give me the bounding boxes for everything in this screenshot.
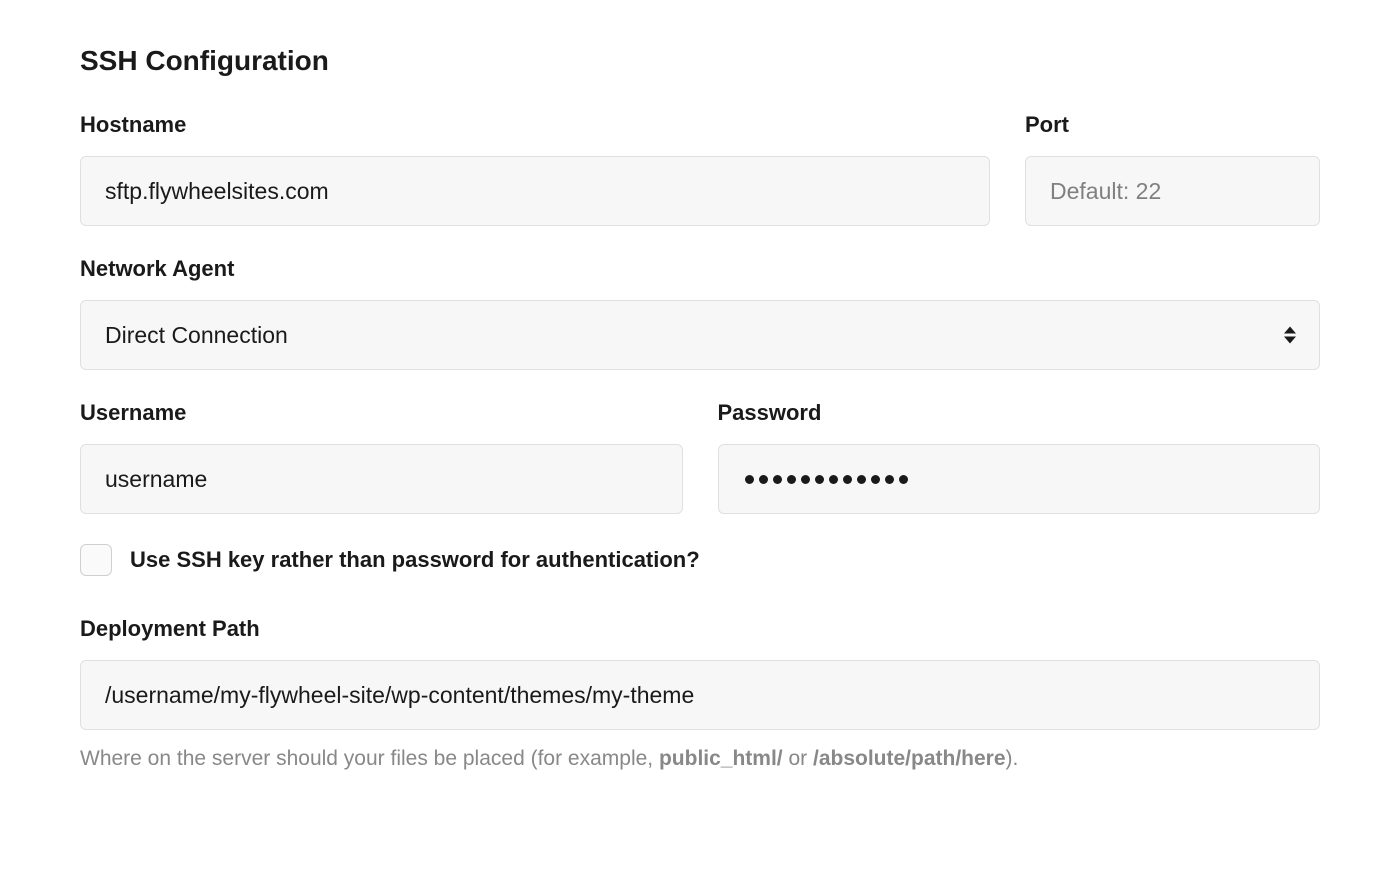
network-agent-select[interactable]: Direct Connection — [80, 300, 1320, 370]
port-input[interactable] — [1025, 156, 1320, 226]
ssh-key-checkbox[interactable] — [80, 544, 112, 576]
network-agent-label: Network Agent — [80, 256, 1320, 282]
network-agent-group: Network Agent Direct Connection — [80, 256, 1320, 370]
port-label: Port — [1025, 112, 1320, 138]
credentials-row: Username Password — [80, 400, 1320, 514]
deployment-path-input[interactable] — [80, 660, 1320, 730]
deployment-path-label: Deployment Path — [80, 616, 1320, 642]
network-agent-row: Network Agent Direct Connection — [80, 256, 1320, 370]
hostname-port-row: Hostname Port — [80, 112, 1320, 226]
deployment-path-help: Where on the server should your files be… — [80, 744, 1320, 773]
section-title: SSH Configuration — [80, 45, 1320, 77]
hostname-label: Hostname — [80, 112, 990, 138]
username-label: Username — [80, 400, 683, 426]
hostname-group: Hostname — [80, 112, 990, 226]
password-dots — [743, 475, 908, 484]
ssh-key-label: Use SSH key rather than password for aut… — [130, 547, 700, 573]
password-input[interactable] — [718, 444, 1321, 514]
hostname-input[interactable] — [80, 156, 990, 226]
username-group: Username — [80, 400, 683, 514]
port-group: Port — [1025, 112, 1320, 226]
username-input[interactable] — [80, 444, 683, 514]
ssh-key-row: Use SSH key rather than password for aut… — [80, 544, 1320, 576]
password-label: Password — [718, 400, 1321, 426]
deployment-path-group: Deployment Path Where on the server shou… — [80, 616, 1320, 773]
network-agent-select-wrapper: Direct Connection — [80, 300, 1320, 370]
password-group: Password — [718, 400, 1321, 514]
deployment-path-row: Deployment Path Where on the server shou… — [80, 616, 1320, 773]
